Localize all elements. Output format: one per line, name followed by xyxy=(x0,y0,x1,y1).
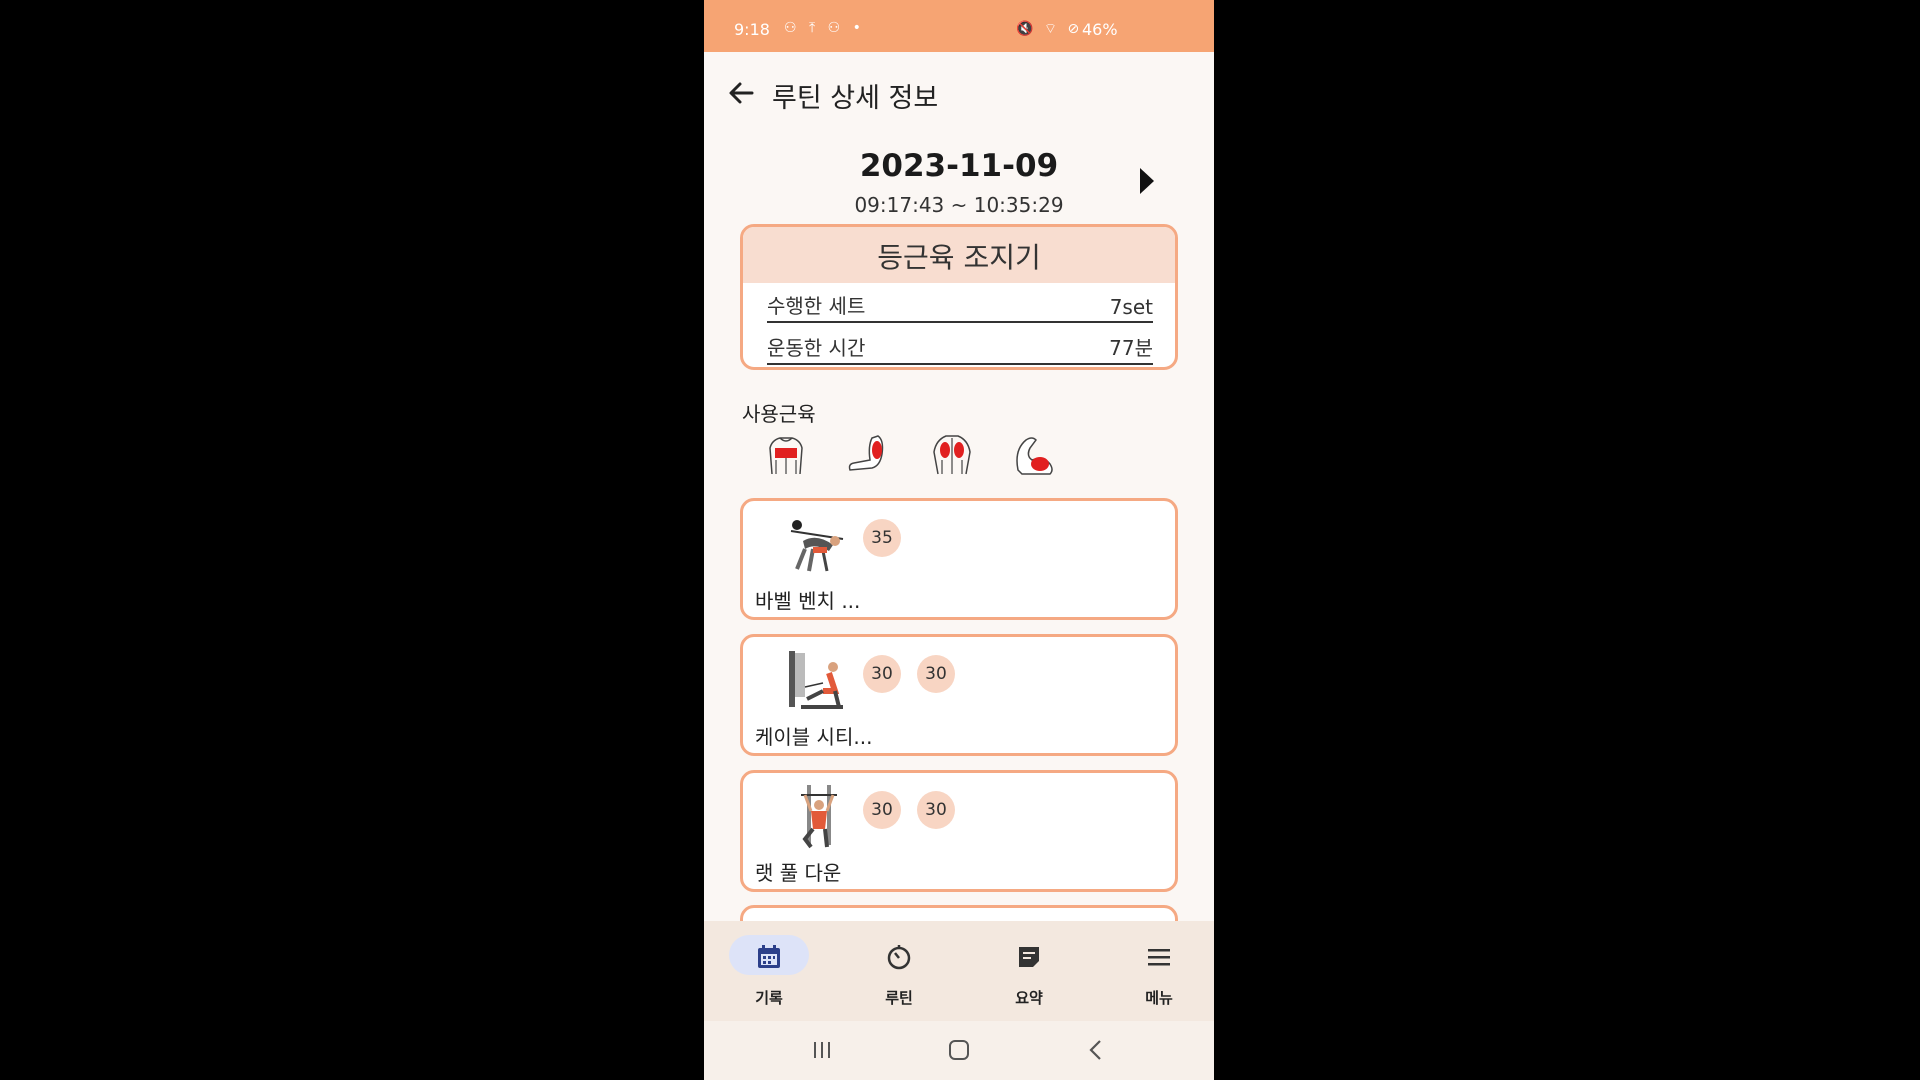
lat-pulldown-icon xyxy=(801,785,837,849)
summary-label: 운동한 시간 xyxy=(767,336,866,360)
menu-icon xyxy=(1148,949,1170,966)
note-icon xyxy=(1019,947,1039,967)
exercise-card[interactable]: 케이블 시티... 30 30 xyxy=(740,634,1178,756)
set-chip: 30 xyxy=(863,791,901,829)
system-navigation-bar xyxy=(704,1021,1214,1080)
nav-tab-records[interactable]: 기록 xyxy=(704,935,834,1015)
set-chip: 35 xyxy=(863,519,901,557)
nav-label: 기록 xyxy=(755,989,783,1007)
routine-summary-card: 등근육 조지기 수행한 세트 7set 운동한 시간 77분 xyxy=(740,224,1178,370)
muscles-label: 사용근육 xyxy=(742,402,816,426)
calendar-icon xyxy=(758,945,780,968)
summary-value: 7set xyxy=(1109,295,1153,319)
exercise-name: 바벨 벤치 ... xyxy=(755,589,861,613)
recent-apps-icon[interactable] xyxy=(802,1035,842,1065)
status-bar: 9:18 ⚇ ⤒ ⚇ • 🔇 ⌔ ⊘ 46% xyxy=(704,0,1214,52)
back-nav-icon[interactable] xyxy=(1076,1035,1116,1065)
nav-label: 요약 xyxy=(1015,989,1043,1007)
barbell-bench-icon xyxy=(790,520,844,572)
back-muscle-icon xyxy=(769,437,803,475)
summary-value: 77분 xyxy=(1109,336,1153,360)
summary-label: 수행한 세트 xyxy=(767,294,866,318)
next-date-button[interactable] xyxy=(1140,168,1154,194)
app-bar: 루틴 상세 정보 xyxy=(704,52,1214,132)
back-button[interactable] xyxy=(724,76,758,110)
exercise-card[interactable]: 랫 풀 다운 30 30 xyxy=(740,770,1178,892)
bicep-side-icon xyxy=(848,435,884,471)
nav-label: 메뉴 xyxy=(1145,989,1173,1007)
system-status-icons: 🔇 ⌔ ⊘ xyxy=(1016,21,1083,37)
status-time: 9:18 xyxy=(734,20,770,39)
nav-tab-summary[interactable]: 요약 xyxy=(964,935,1094,1015)
exercise-name: 케이블 시티... xyxy=(755,725,873,749)
set-chip: 30 xyxy=(917,791,955,829)
set-chip: 30 xyxy=(917,655,955,693)
exercise-card[interactable]: 바벨 벤치 ... 35 xyxy=(740,498,1178,620)
exercise-name: 랫 풀 다운 xyxy=(755,861,842,885)
trapezius-icon xyxy=(933,435,971,475)
battery-level: 46% xyxy=(1082,20,1118,39)
notification-icons: ⚇ ⤒ ⚇ • xyxy=(784,20,865,36)
page-title: 루틴 상세 정보 xyxy=(772,83,939,114)
session-date: 2023-11-09 xyxy=(859,148,1059,184)
session-time-range: 09:17:43 ~ 10:35:29 xyxy=(854,193,1064,217)
phone-screen: 9:18 ⚇ ⤒ ⚇ • 🔇 ⌔ ⊘ 46% 루틴 상세 정보 2023-11-… xyxy=(704,0,1214,1080)
set-chip: 30 xyxy=(863,655,901,693)
routine-name: 등근육 조지기 xyxy=(743,227,1175,283)
summary-row-time: 운동한 시간 77분 xyxy=(767,331,1153,365)
timer-icon xyxy=(887,945,911,970)
home-icon[interactable] xyxy=(939,1035,979,1065)
nav-tab-menu[interactable]: 메뉴 xyxy=(1094,935,1214,1015)
summary-row-sets: 수행한 세트 7set xyxy=(767,289,1153,323)
nav-label: 루틴 xyxy=(885,989,913,1007)
arrow-left-icon xyxy=(729,82,754,104)
arm-flex-icon xyxy=(1016,437,1053,475)
cable-row-icon xyxy=(789,651,843,709)
nav-tab-routine[interactable]: 루틴 xyxy=(834,935,964,1015)
bottom-navigation: 기록 루틴 요약 메뉴 xyxy=(704,921,1214,1021)
